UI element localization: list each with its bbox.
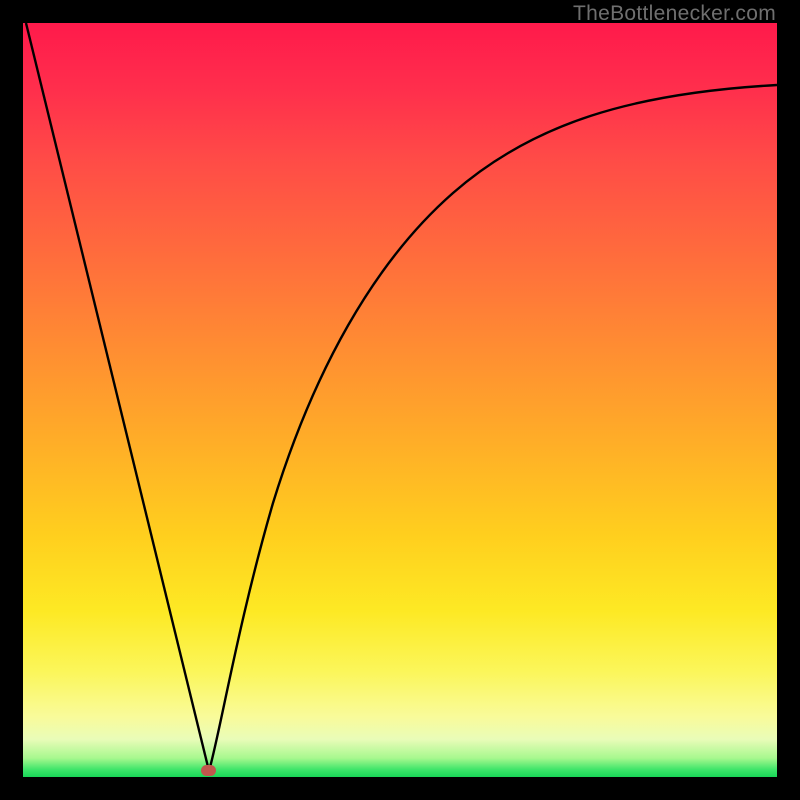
curve-right-branch xyxy=(209,85,777,771)
bottleneck-curve xyxy=(23,23,777,777)
curve-left-branch xyxy=(26,23,209,771)
attribution-text: TheBottlenecker.com xyxy=(573,2,776,26)
chart-frame: TheBottlenecker.com xyxy=(0,0,800,800)
plot-area xyxy=(23,23,777,777)
min-marker xyxy=(201,765,216,776)
